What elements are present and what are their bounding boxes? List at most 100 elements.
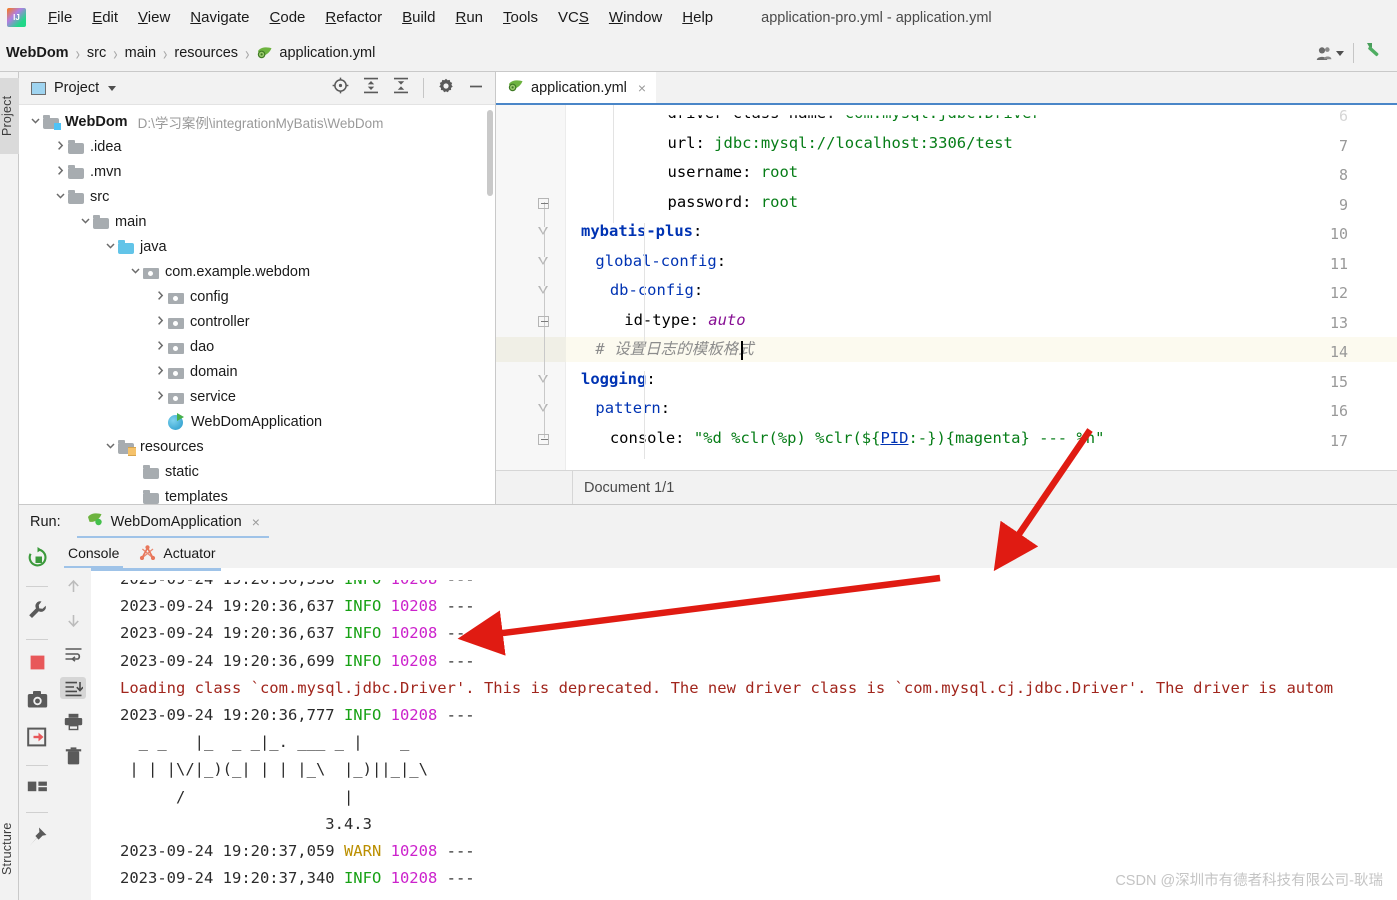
tree-item--idea[interactable]: .idea (19, 134, 495, 159)
tree-item-webdom[interactable]: WebDom D:\学习案例\integrationMyBatis\WebDom (19, 109, 495, 134)
menu-item-tools[interactable]: Tools (493, 6, 548, 29)
chevron-right-icon[interactable] (52, 140, 68, 154)
indent-guide (613, 105, 614, 223)
pin-icon[interactable] (27, 826, 48, 852)
breadcrumb-item-src[interactable]: src (87, 45, 106, 61)
menu-item-view[interactable]: View (128, 6, 180, 29)
soft-wrap-icon[interactable] (60, 643, 86, 665)
chevron-right-icon[interactable] (152, 315, 168, 329)
code-editor[interactable]: 6 driver-class-name: com.mysql.jdbc.Drive… (496, 105, 1397, 470)
run-tab-webdomapplication[interactable]: WebDomApplication × (76, 505, 270, 539)
trash-icon[interactable] (60, 745, 86, 767)
menu-item-run[interactable]: Run (445, 6, 493, 29)
tree-item-webdomapplication[interactable]: WebDomApplication (19, 409, 495, 434)
fold-collapse-icon[interactable] (538, 286, 549, 297)
tree-item--mvn[interactable]: .mvn (19, 159, 495, 184)
chevron-down-icon[interactable] (27, 115, 43, 129)
layout-icon[interactable] (27, 779, 48, 799)
build-hammer-icon[interactable] (1363, 40, 1385, 66)
rerun-icon[interactable] (27, 547, 48, 573)
menu-item-code[interactable]: Code (260, 6, 316, 29)
run-controls (19, 538, 55, 900)
line-number: 13 (1329, 313, 1348, 332)
run-tab-label: WebDomApplication (110, 513, 242, 530)
run-panel-body: Console Actuator 2023-09-24 19:20:36,558… (19, 538, 1397, 900)
chevron-right-icon[interactable] (152, 365, 168, 379)
breadcrumb-separator: › (163, 42, 168, 64)
fold-end-icon[interactable] (538, 315, 549, 327)
tree-item-dao[interactable]: dao (19, 334, 495, 359)
fold-collapse-icon[interactable] (538, 256, 549, 268)
breadcrumb-item-resources[interactable]: resources (174, 45, 238, 61)
tree-item-label: com.example.webdom (165, 263, 311, 280)
tree-item-com-example-webdom[interactable]: com.example.webdom (19, 259, 495, 284)
close-icon[interactable]: × (638, 80, 646, 96)
stop-icon[interactable] (28, 653, 47, 677)
tool-tab-structure[interactable]: Structure (0, 812, 19, 886)
tree-item-resources[interactable]: resources (19, 434, 495, 459)
tree-item-main[interactable]: main (19, 209, 495, 234)
chevron-down-icon[interactable] (102, 240, 118, 254)
tree-item-config[interactable]: config (19, 284, 495, 309)
collapse-all-icon[interactable] (393, 77, 409, 99)
minimize-icon[interactable] (468, 78, 484, 99)
scroll-down-icon[interactable] (60, 609, 86, 631)
camera-icon[interactable] (27, 690, 48, 714)
editor-gutter[interactable] (496, 105, 566, 470)
menu-item-help[interactable]: Help (672, 6, 723, 29)
close-icon[interactable]: × (252, 514, 260, 530)
breadcrumb-item-main[interactable]: main (125, 45, 156, 61)
chevron-down-icon[interactable] (52, 190, 68, 204)
tree-item-static[interactable]: static (19, 459, 495, 484)
expand-all-icon[interactable] (363, 77, 379, 99)
settings-wrench-icon[interactable] (27, 600, 48, 626)
scroll-up-icon[interactable] (60, 575, 86, 597)
chevron-down-icon[interactable] (77, 215, 93, 229)
menu-item-edit[interactable]: Edit (82, 6, 128, 29)
menu-item-window[interactable]: Window (599, 6, 672, 29)
fold-end-icon[interactable] (538, 433, 549, 445)
chevron-down-icon[interactable] (127, 265, 143, 279)
chevron-down-icon[interactable] (108, 85, 117, 91)
menu-item-build[interactable]: Build (392, 6, 445, 29)
fold-collapse-icon[interactable] (538, 404, 549, 415)
menu-item-vcs[interactable]: VCS (548, 6, 599, 29)
print-icon[interactable] (60, 711, 86, 733)
breadcrumb-item-application-yml[interactable]: application.yml (279, 45, 375, 61)
fold-collapse-icon[interactable] (538, 374, 549, 386)
chevron-right-icon[interactable] (52, 165, 68, 179)
menu-item-file[interactable]: File (38, 6, 82, 29)
gear-icon[interactable] (438, 78, 454, 99)
tree-item-java[interactable]: java (19, 234, 495, 259)
code-line: id-type: auto (624, 310, 746, 329)
editor-tab-application-yml[interactable]: application.yml × (496, 72, 657, 104)
console-output[interactable]: 2023-09-24 19:20:36,558 INFO 10208 --- 20… (91, 568, 1397, 900)
fold-collapse-icon[interactable] (538, 227, 549, 238)
subtab-actuator[interactable]: Actuator (139, 538, 216, 568)
export-icon[interactable] (26, 727, 48, 752)
project-tree[interactable]: WebDom D:\学习案例\integrationMyBatis\WebDom.… (19, 105, 495, 504)
fold-end-icon[interactable] (538, 197, 549, 209)
chevron-down-icon[interactable] (102, 440, 118, 454)
tree-item-controller[interactable]: controller (19, 309, 495, 334)
menu-item-navigate[interactable]: Navigate (180, 6, 259, 29)
breadcrumb-separator: › (245, 42, 250, 64)
menu-item-refactor[interactable]: Refactor (315, 6, 392, 29)
chevron-right-icon[interactable] (152, 390, 168, 404)
scroll-to-end-icon[interactable] (60, 677, 86, 699)
console-banner-line: _ _ |_ _ _|_. ___ _ | _ (120, 733, 410, 752)
tree-item-service[interactable]: service (19, 384, 495, 409)
chevron-right-icon[interactable] (152, 340, 168, 354)
locate-icon[interactable] (332, 77, 349, 99)
subtab-console[interactable]: Console (63, 538, 124, 568)
breadcrumb-item-webdom[interactable]: WebDom (6, 45, 69, 61)
line-number: 8 (1338, 166, 1348, 184)
user-avatar-icon[interactable] (1316, 46, 1344, 61)
tree-item-domain[interactable]: domain (19, 359, 495, 384)
chevron-down-icon[interactable] (1336, 50, 1344, 56)
tool-tab-project[interactable]: Project (0, 78, 19, 154)
tree-item-src[interactable]: src (19, 184, 495, 209)
chevron-right-icon[interactable] (152, 290, 168, 304)
project-tree-scrollbar[interactable] (487, 110, 493, 196)
tree-item-templates[interactable]: templates (19, 484, 495, 504)
